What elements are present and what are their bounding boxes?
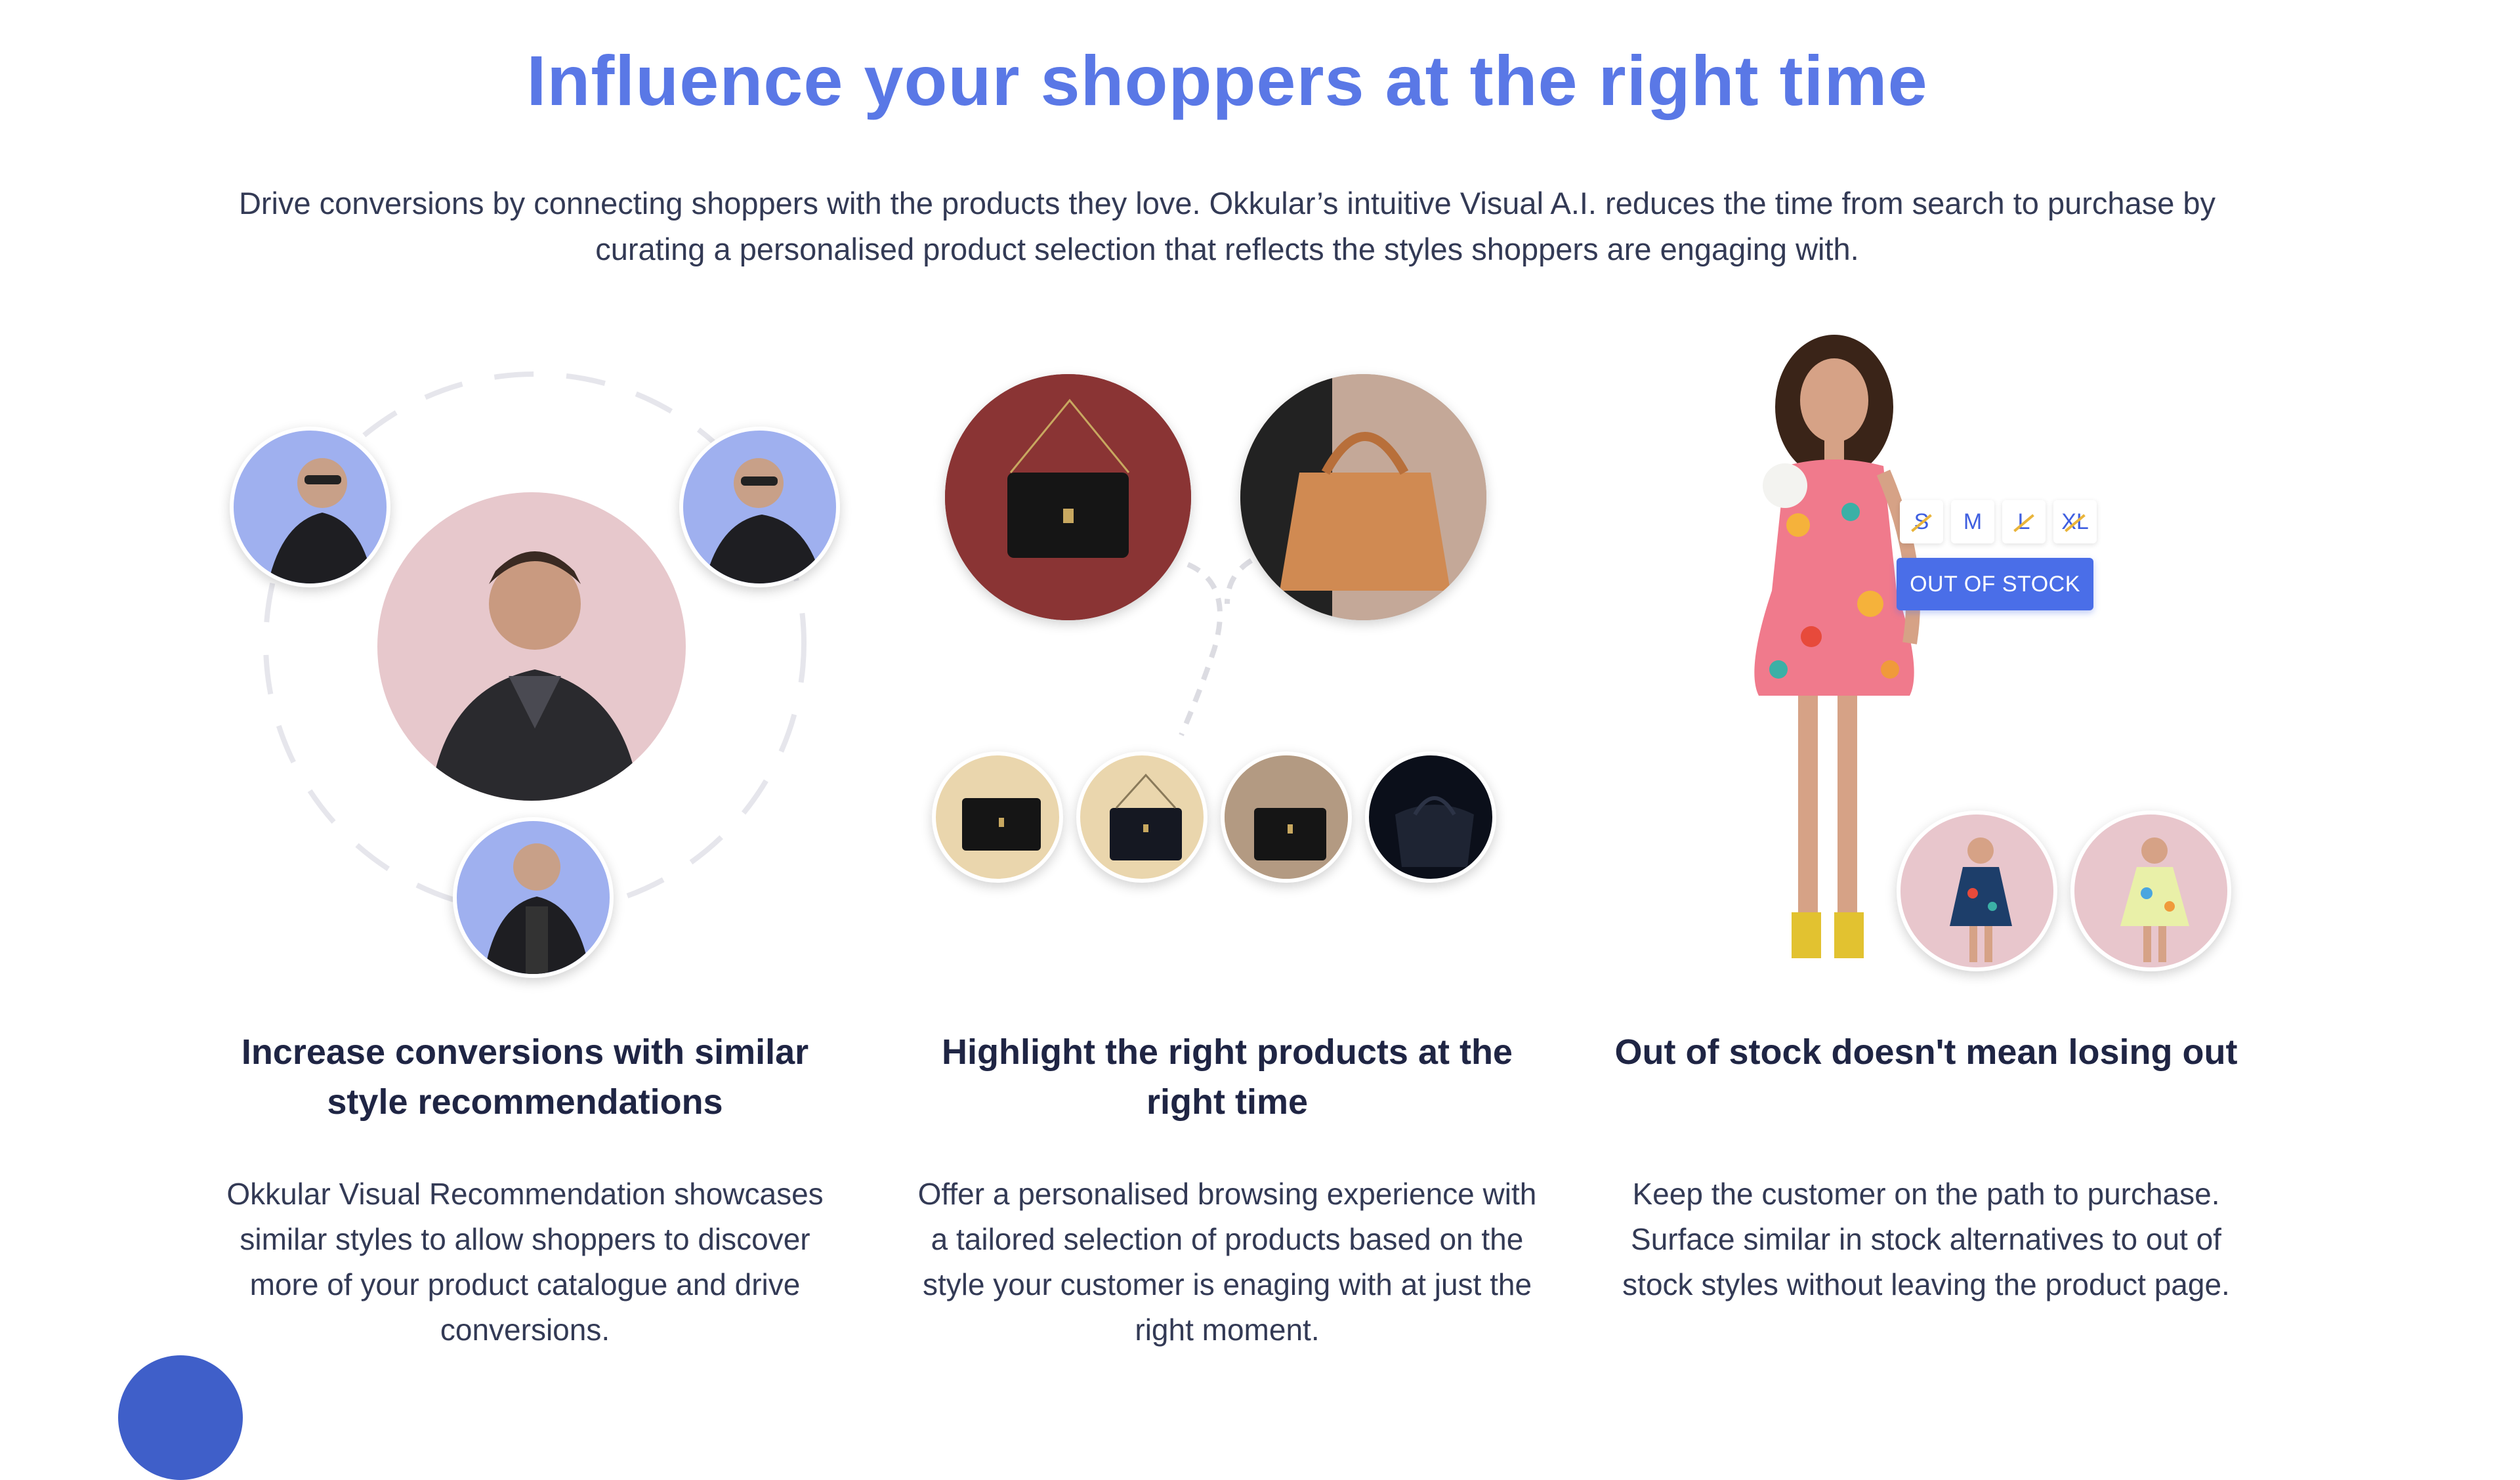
chat-widget-button[interactable] bbox=[118, 1355, 243, 1480]
feature-2-title: Highlight the right products at the righ… bbox=[942, 1032, 1513, 1122]
hero-subtitle: Drive conversions by connecting shoppers… bbox=[238, 186, 2216, 266]
alternative-dress-thumb-1[interactable] bbox=[1897, 811, 2057, 971]
hero-title: Influence your shoppers at the right tim… bbox=[526, 41, 1928, 120]
size-option-m[interactable]: M bbox=[1951, 500, 1994, 543]
alternative-dress-thumb-2[interactable] bbox=[2070, 811, 2231, 971]
feature-3-text: Keep the customer on the path to purchas… bbox=[1622, 1177, 2230, 1301]
similar-model-thumb-1[interactable] bbox=[230, 427, 390, 587]
similar-model-thumb-3[interactable] bbox=[453, 817, 614, 978]
out-of-stock-button[interactable]: OUT OF STOCK bbox=[1897, 558, 2093, 610]
feature-3-title: Out of stock doesn't mean losing out bbox=[1614, 1032, 2238, 1072]
size-option-s[interactable]: S bbox=[1900, 500, 1943, 543]
feature-1-title: Increase conversions with similar style … bbox=[241, 1032, 809, 1122]
main-model-image bbox=[377, 492, 686, 801]
similar-style-illustration bbox=[197, 354, 886, 1011]
bag-thumb-2[interactable] bbox=[1076, 751, 1208, 883]
bag-recommendation-illustration bbox=[919, 368, 1549, 893]
out-of-stock-illustration: S M L XL bbox=[1654, 322, 2244, 991]
bag-thumb-3[interactable] bbox=[1221, 751, 1352, 883]
black-bag-main-image[interactable] bbox=[945, 374, 1191, 620]
page: Influence your shoppers at the right tim… bbox=[0, 0, 2520, 1480]
tan-bag-main-image[interactable] bbox=[1240, 374, 1486, 620]
size-option-xl[interactable]: XL bbox=[2053, 500, 2097, 543]
similar-model-thumb-2[interactable] bbox=[679, 427, 840, 587]
feature-2-text: Offer a personalised browsing experience… bbox=[917, 1177, 1537, 1347]
size-option-l[interactable]: L bbox=[2002, 500, 2046, 543]
bag-thumb-1[interactable] bbox=[932, 751, 1063, 883]
feature-1-text: Okkular Visual Recommendation showcases … bbox=[226, 1177, 824, 1347]
bag-thumb-4[interactable] bbox=[1365, 751, 1496, 883]
